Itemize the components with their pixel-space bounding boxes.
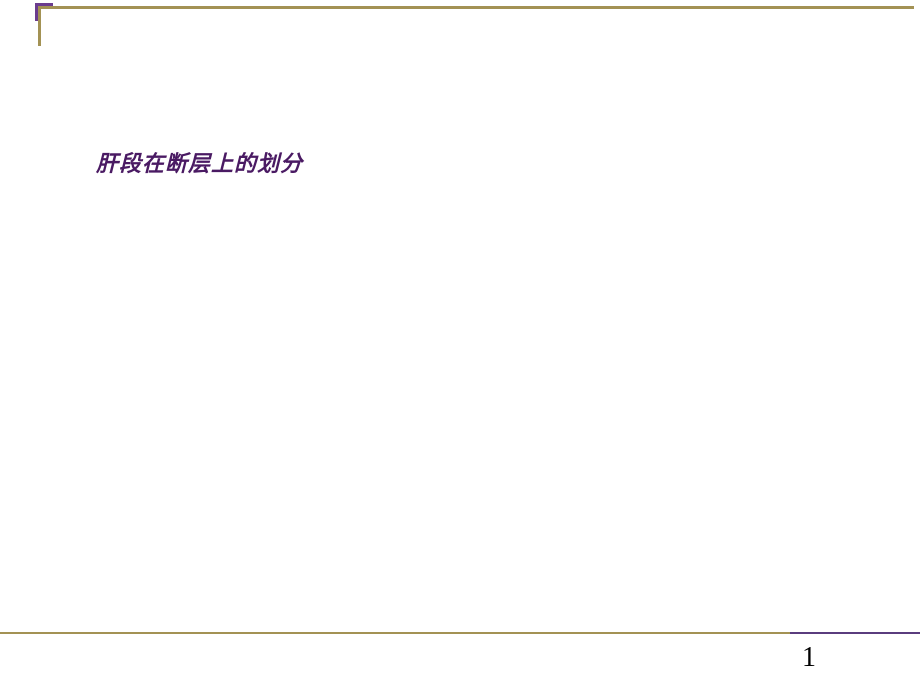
page-number: 1 (802, 642, 816, 674)
top-corner-accent (38, 6, 54, 22)
top-corner-frame (38, 6, 914, 46)
bottom-divider-line (0, 632, 920, 634)
bottom-divider-accent (790, 632, 920, 634)
slide-container: 肝段在断层上的划分 1 (0, 0, 920, 690)
slide-title: 肝段在断层上的划分 (96, 146, 303, 178)
